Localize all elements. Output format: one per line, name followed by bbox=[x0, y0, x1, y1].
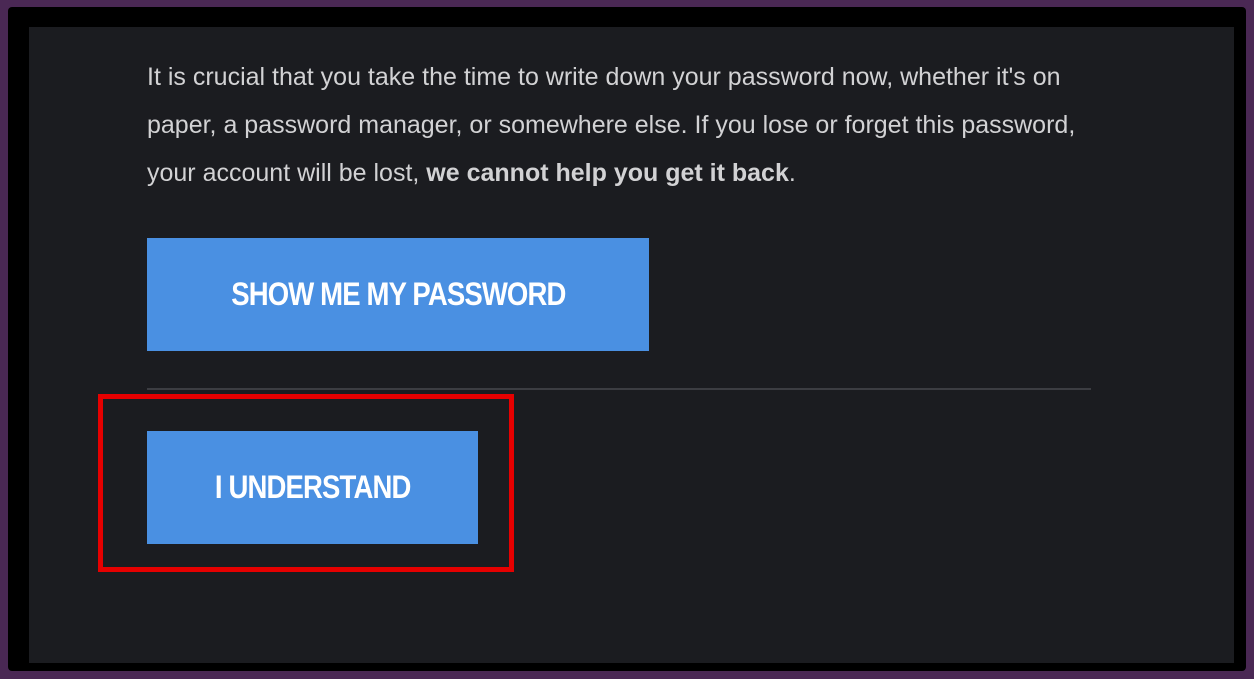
i-understand-button[interactable]: I UNDERSTAND bbox=[147, 431, 478, 544]
warning-line-3-emphasis: we cannot help you get it back bbox=[426, 159, 789, 187]
show-password-button[interactable]: SHOW ME MY PASSWORD bbox=[147, 238, 649, 351]
warning-line-3-suffix: . bbox=[788, 159, 796, 187]
show-password-button-label: SHOW ME MY PASSWORD bbox=[230, 276, 566, 312]
i-understand-button-label: I UNDERSTAND bbox=[214, 469, 411, 505]
divider bbox=[147, 388, 1091, 390]
password-warning-panel: It is crucial that you take the time to … bbox=[29, 27, 1234, 663]
warning-line-1: It is crucial that you take the time to … bbox=[147, 63, 1061, 91]
warning-line-2: paper, a password manager, or somewhere … bbox=[147, 111, 1076, 139]
password-warning-message: It is crucial that you take the time to … bbox=[147, 53, 1234, 197]
warning-line-3-prefix: your account will be lost, bbox=[147, 159, 427, 187]
